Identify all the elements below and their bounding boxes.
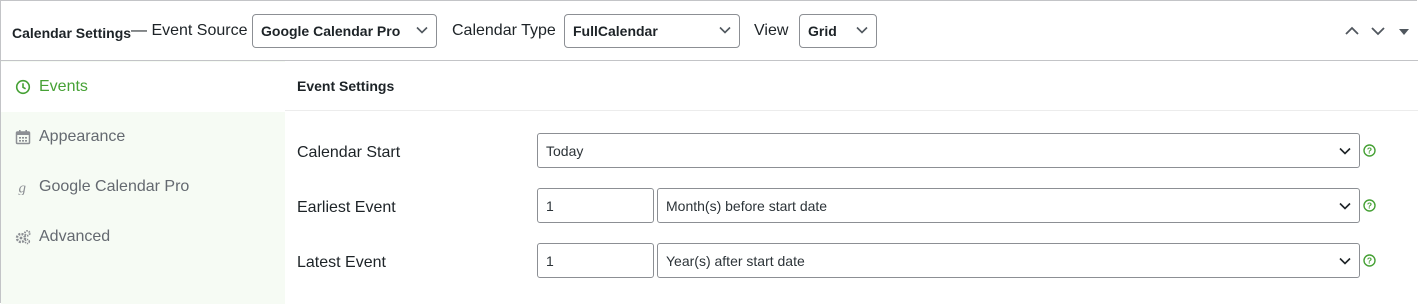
tab-appearance[interactable]: Appearance (1, 112, 285, 162)
svg-text:?: ? (1367, 256, 1372, 266)
move-down-button[interactable] (1370, 23, 1386, 39)
view-label: View (754, 22, 789, 39)
calendar-start-select[interactable]: Today (537, 133, 1360, 168)
svg-text:?: ? (1367, 201, 1372, 211)
help-icon[interactable]: ? (1363, 199, 1376, 212)
chevron-down-icon (856, 26, 868, 34)
tab-google-calendar-pro[interactable]: g Google Calendar Pro (1, 162, 285, 212)
chevron-down-icon (1339, 147, 1351, 155)
latest-event-unit-select[interactable]: Year(s) after start date (657, 243, 1360, 278)
calendar-type-label: Calendar Type (452, 22, 556, 39)
latest-event-label: Latest Event (297, 254, 386, 271)
event-source-label: — Event Source (131, 22, 248, 39)
earliest-event-unit-select[interactable]: Month(s) before start date (657, 188, 1360, 223)
help-icon[interactable]: ? (1363, 144, 1376, 157)
view-select[interactable]: Grid (799, 14, 877, 48)
earliest-event-unit-value: Month(s) before start date (666, 198, 828, 214)
settings-tabs: Events Appearance g Google Calendar Pro (1, 61, 285, 304)
section-divider (285, 110, 1418, 111)
tab-appearance-label: Appearance (39, 128, 126, 145)
chevron-down-icon (416, 26, 428, 34)
calendar-type-value: FullCalendar (573, 23, 658, 39)
chevron-down-icon (1339, 202, 1351, 210)
move-up-button[interactable] (1344, 23, 1360, 39)
section-title: Event Settings (297, 78, 395, 94)
tab-events-label: Events (39, 78, 88, 95)
calendar-type-select[interactable]: FullCalendar (564, 14, 740, 48)
gears-icon (15, 230, 31, 245)
calendar-icon (15, 130, 31, 145)
earliest-event-number-input[interactable] (537, 188, 654, 223)
svg-text:g: g (19, 181, 27, 196)
event-source-value: Google Calendar Pro (261, 23, 401, 39)
latest-event-number-input[interactable] (537, 243, 654, 278)
panel-header: Calendar Settings — Event Source Google … (1, 1, 1418, 61)
svg-text:?: ? (1367, 146, 1372, 156)
tab-advanced[interactable]: Advanced (1, 212, 285, 262)
chevron-down-icon (719, 26, 731, 34)
google-g-icon: g (19, 181, 27, 196)
toggle-panel-button[interactable] (1398, 23, 1410, 39)
calendar-start-label: Calendar Start (297, 144, 401, 161)
view-value: Grid (808, 23, 837, 39)
event-source-select[interactable]: Google Calendar Pro (252, 14, 437, 48)
chevron-down-icon (1339, 257, 1351, 265)
tab-advanced-label: Advanced (39, 228, 111, 245)
clock-icon (15, 79, 31, 95)
earliest-event-label: Earliest Event (297, 199, 396, 216)
latest-event-unit-value: Year(s) after start date (666, 253, 805, 269)
tab-events[interactable]: Events (1, 62, 285, 112)
calendar-settings-panel: Calendar Settings — Event Source Google … (0, 0, 1418, 304)
tab-google-calendar-pro-label: Google Calendar Pro (39, 178, 190, 195)
calendar-start-value: Today (546, 143, 584, 159)
event-settings-section: Event Settings Calendar Start Today ? Ea… (285, 61, 1418, 304)
help-icon[interactable]: ? (1363, 254, 1376, 267)
panel-title: Calendar Settings (12, 25, 132, 41)
